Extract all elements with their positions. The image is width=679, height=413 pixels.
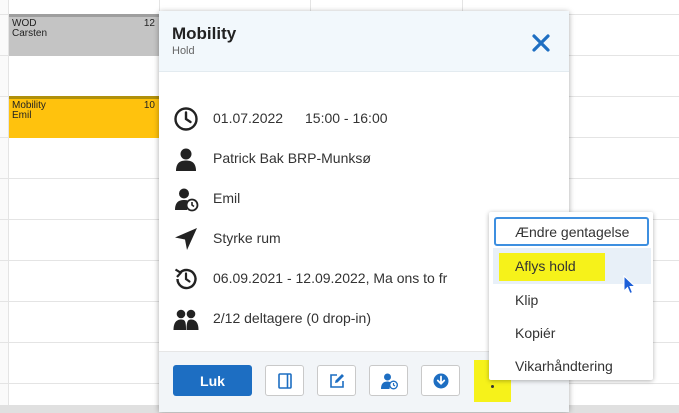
menu-item-change-recurrence[interactable]: Ændre gentagelse (494, 217, 649, 246)
location-arrow-icon (175, 228, 197, 250)
more-actions-menu: Ændre gentagelse Aflys hold Klip Kopiér … (489, 212, 653, 380)
user-clock-icon (175, 188, 199, 212)
download-icon (433, 373, 449, 389)
participants-count: 2/12 deltagere (0 drop-in) (213, 310, 371, 326)
edit-icon (330, 374, 344, 388)
user-icon (176, 148, 196, 171)
event-count: 10 (143, 100, 155, 111)
calendar-event-wod[interactable]: WOD Carsten 12 (9, 14, 159, 56)
close-icon[interactable] (529, 31, 553, 55)
popup-subtitle: Hold (172, 45, 195, 57)
assign-substitute-button[interactable] (369, 365, 408, 396)
event-title: Mobility (12, 100, 46, 111)
recurrence-text: 06.09.2021 - 12.09.2022, Ma ons to fr (213, 270, 448, 286)
mouse-cursor-icon (623, 275, 637, 295)
event-person: Carsten (12, 28, 48, 39)
menu-item-copy[interactable]: Kopiér (489, 317, 653, 349)
event-person: Emil (12, 110, 32, 121)
history-icon (174, 268, 197, 290)
event-count: 12 (143, 18, 155, 29)
substitute-name: Emil (213, 190, 241, 206)
detail-row-substitute: Emil (159, 183, 569, 213)
menu-item-substitute-management[interactable]: Vikarhåndtering (489, 350, 653, 382)
instructor-name: Patrick Bak BRP-Munksø (213, 150, 371, 166)
close-button[interactable]: Luk (173, 365, 252, 396)
menu-item-label: Klip (515, 292, 539, 308)
menu-item-label: Vikarhåndtering (515, 358, 613, 374)
popup-title: Mobility (172, 24, 237, 43)
clock-icon (174, 107, 198, 131)
more-icon (491, 385, 494, 388)
calendar-event-mobility[interactable]: Mobility Emil 10 (9, 96, 159, 138)
menu-item-label: Ændre gentagelse (515, 224, 630, 240)
menu-item-label: Aflys hold (515, 258, 576, 274)
notebook-button[interactable] (265, 365, 304, 396)
popup-header: Mobility Hold (159, 11, 569, 72)
menu-item-label: Kopiér (515, 325, 556, 341)
users-icon (173, 309, 199, 330)
time-gutter (0, 0, 9, 413)
detail-row-instructor: Patrick Bak BRP-Munksø (159, 143, 569, 173)
edit-button[interactable] (317, 365, 356, 396)
notebook-icon (278, 373, 292, 389)
event-date: 01.07.2022 (213, 110, 284, 126)
event-time: 15:00 - 16:00 (305, 110, 388, 126)
detail-row-datetime: 01.07.2022 15:00 - 16:00 (159, 103, 569, 133)
location-name: Styrke rum (213, 230, 281, 246)
user-clock-icon (381, 373, 398, 390)
download-button[interactable] (421, 365, 460, 396)
